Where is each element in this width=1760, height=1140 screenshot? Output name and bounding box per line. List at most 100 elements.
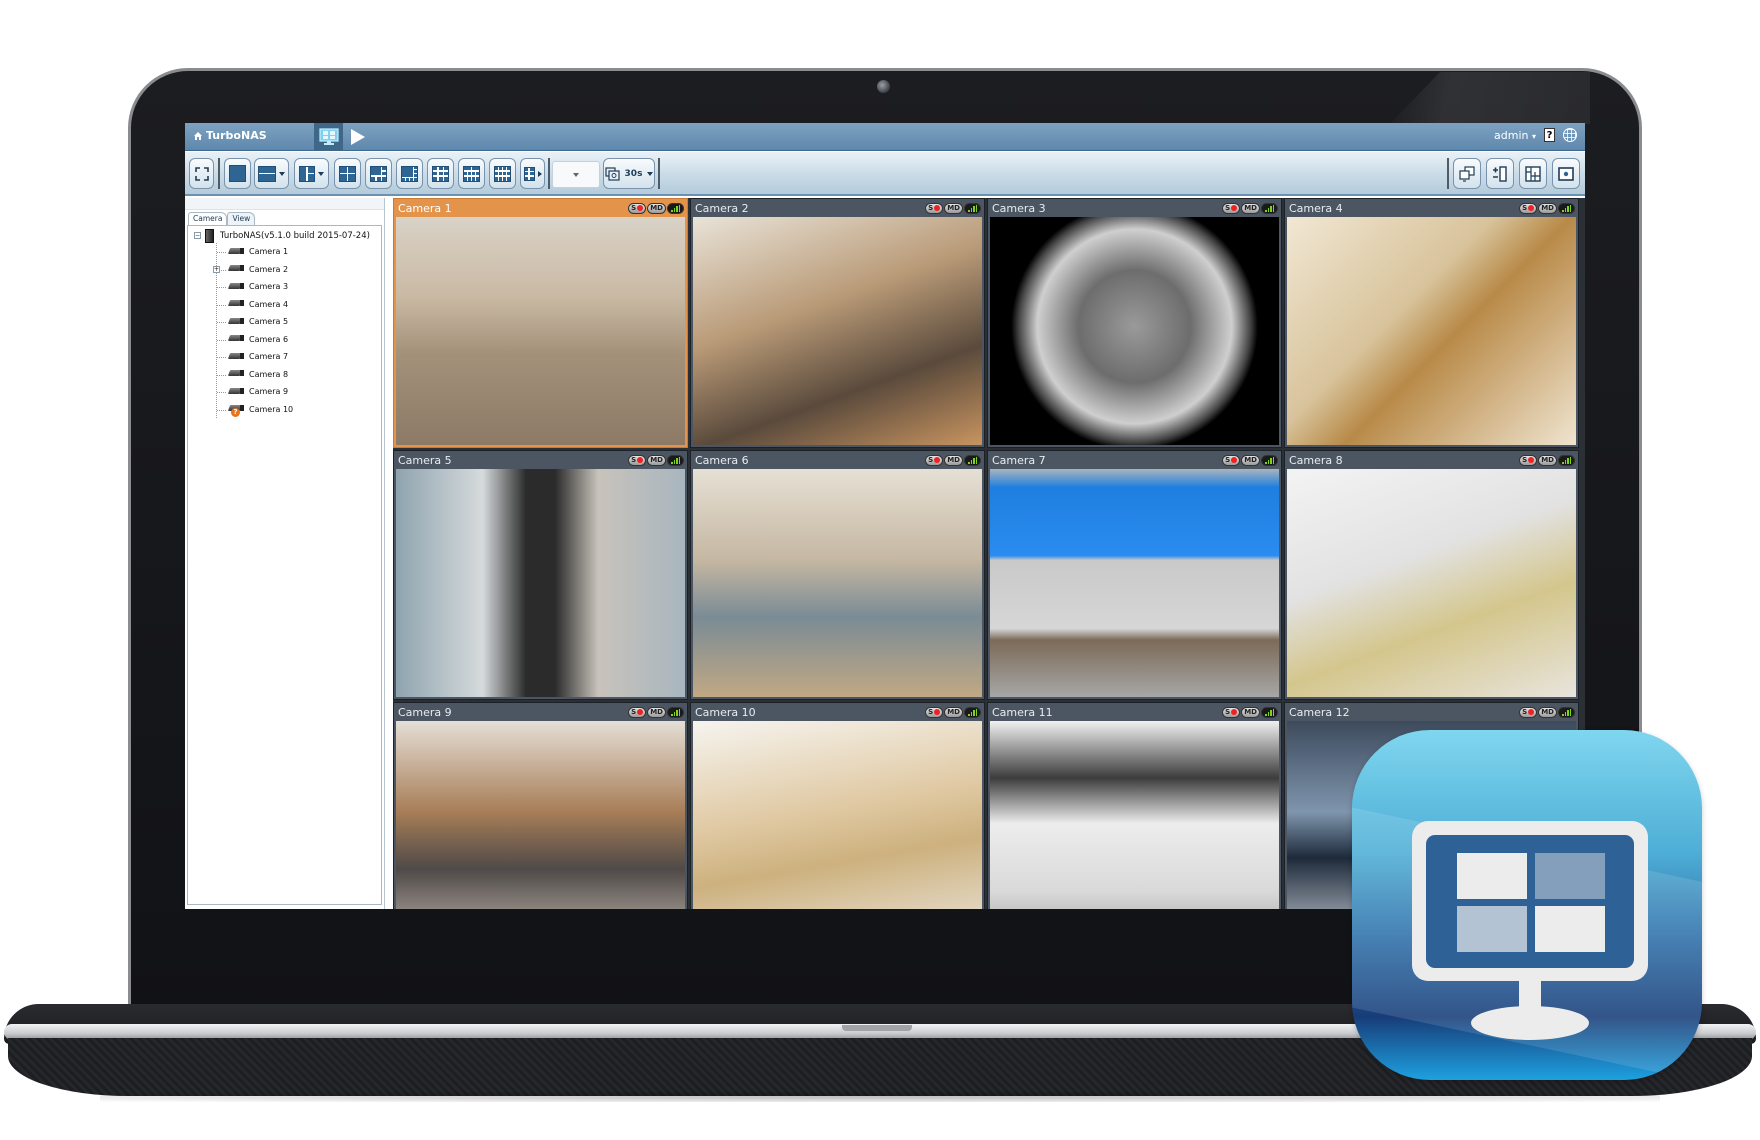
layout-4-button[interactable] — [334, 158, 361, 189]
tile-title: Camera 4 — [1289, 201, 1343, 215]
brand[interactable]: TurboNAS — [193, 129, 267, 142]
motion-detection-badge[interactable]: MD — [647, 454, 666, 466]
camera-feed[interactable] — [693, 721, 982, 909]
motion-detection-badge[interactable]: MD — [1241, 706, 1260, 718]
schedule-recording-badge[interactable]: S — [628, 202, 647, 214]
language-globe-icon[interactable] — [1563, 128, 1577, 142]
layout-3-button[interactable] — [294, 158, 329, 189]
schedule-recording-badge[interactable]: S — [628, 454, 647, 466]
layout-6-button[interactable] — [365, 158, 392, 189]
tree-item-camera[interactable]: Camera 8 — [217, 366, 381, 384]
camera-feed[interactable] — [990, 721, 1279, 909]
sequence-interval-button[interactable]: 30s — [603, 158, 655, 189]
motion-badge-label: MD — [650, 203, 663, 212]
layout-more-button[interactable] — [520, 158, 545, 189]
add-remove-icon — [1493, 165, 1507, 182]
tree-item-camera[interactable]: Camera 5 — [217, 313, 381, 331]
camera-feed[interactable] — [1287, 469, 1576, 697]
schedule-recording-badge[interactable]: S — [1519, 454, 1538, 466]
motion-detection-badge[interactable]: MD — [944, 706, 963, 718]
tab-view[interactable]: View — [227, 212, 256, 225]
camera-feed[interactable] — [990, 217, 1279, 445]
layout-8-button[interactable] — [396, 158, 423, 189]
tree-item-camera[interactable]: Camera 6 — [217, 331, 381, 349]
motion-detection-badge[interactable]: MD — [944, 202, 963, 214]
camera-tile[interactable]: Camera 6 S MD — [690, 450, 985, 700]
camera-tile[interactable]: Camera 8 S MD — [1284, 450, 1579, 700]
camera-feed[interactable] — [1287, 217, 1576, 445]
motion-detection-badge[interactable]: MD — [647, 202, 666, 214]
motion-detection-badge[interactable]: MD — [1538, 454, 1557, 466]
motion-detection-badge[interactable]: MD — [1241, 202, 1260, 214]
camera-tile[interactable]: Camera 2 S MD — [690, 198, 985, 448]
add-remove-channel-button[interactable] — [1486, 158, 1514, 189]
motion-detection-badge[interactable]: MD — [1538, 202, 1557, 214]
tree-item-camera[interactable]: ? Camera 10 — [217, 401, 381, 419]
tree-item-camera[interactable]: + Camera 2 — [213, 261, 381, 279]
tree-item-camera[interactable]: Camera 4 — [217, 296, 381, 314]
settings-button[interactable] — [1552, 158, 1580, 189]
camera-feed[interactable] — [396, 469, 685, 697]
tab-camera[interactable]: Camera — [188, 212, 228, 225]
schedule-recording-badge[interactable]: S — [925, 202, 944, 214]
schedule-recording-badge[interactable]: S — [628, 706, 647, 718]
camera-icon — [227, 369, 244, 379]
motion-detection-badge[interactable]: MD — [1241, 454, 1260, 466]
tree-item-camera[interactable]: Camera 9 — [217, 383, 381, 401]
camera-icon — [227, 317, 244, 327]
camera-tile[interactable]: Camera 4 S MD — [1284, 198, 1579, 448]
user-menu[interactable]: admin ▾ — [1494, 129, 1536, 142]
camera-feed[interactable] — [693, 217, 982, 445]
multi-monitor-button[interactable] — [1453, 158, 1481, 189]
layout-10-button[interactable] — [458, 158, 485, 189]
schedule-recording-badge[interactable]: S — [1519, 706, 1538, 718]
layout-9-button[interactable] — [427, 158, 454, 189]
tree-item-camera[interactable]: Camera 3 — [217, 278, 381, 296]
camera-tile[interactable]: Camera 5 S MD — [393, 450, 688, 700]
camera-feed[interactable] — [396, 217, 685, 445]
recording-dot-icon — [1528, 457, 1535, 463]
tree-root-nas[interactable]: − TurboNAS(v5.1.0 build 2015-07-24) — [188, 228, 381, 243]
camera-tile[interactable]: Camera 3 S MD — [987, 198, 1282, 448]
view-dropdown[interactable] — [552, 161, 600, 188]
schedule-recording-badge[interactable]: S — [1222, 454, 1241, 466]
camera-tile[interactable]: Camera 1 S MD — [393, 198, 688, 448]
tree-item-camera[interactable]: Camera 7 — [217, 348, 381, 366]
schedule-recording-badge[interactable]: S — [925, 454, 944, 466]
expand-icon[interactable]: + — [213, 265, 220, 273]
motion-detection-badge[interactable]: MD — [944, 454, 963, 466]
schedule-recording-badge[interactable]: S — [1222, 202, 1241, 214]
layout-1-button[interactable] — [224, 158, 251, 189]
fullscreen-button[interactable] — [189, 158, 214, 189]
camera-tile[interactable]: Camera 7 S MD — [987, 450, 1282, 700]
camera-label: Camera 5 — [249, 317, 289, 327]
collapse-icon[interactable]: − — [194, 232, 201, 239]
help-icon[interactable]: ? — [1544, 128, 1555, 142]
live-view-tab[interactable] — [314, 123, 343, 151]
tile-title: Camera 12 — [1289, 705, 1350, 719]
camera-tile[interactable]: Camera 10 S MD — [690, 702, 985, 909]
layout-3x3-icon — [432, 165, 449, 182]
schedule-recording-badge[interactable]: S — [1222, 706, 1241, 718]
schedule-recording-badge[interactable]: S — [1519, 202, 1538, 214]
custom-layout-button[interactable] — [1519, 158, 1547, 189]
playback-tab-icon[interactable] — [348, 127, 368, 147]
tree-item-camera[interactable]: Camera 1 — [217, 243, 381, 261]
camera-tile[interactable]: Camera 11 S MD — [987, 702, 1282, 909]
schedule-badge-label: S — [1225, 203, 1231, 212]
camera-feed[interactable] — [396, 721, 685, 909]
tile-status-badges: S MD — [1519, 706, 1575, 718]
camera-tile[interactable]: Camera 9 S MD — [393, 702, 688, 909]
camera-feed[interactable] — [693, 469, 982, 697]
tile-header: Camera 12 S MD — [1285, 703, 1578, 721]
layout-2-button[interactable] — [254, 158, 289, 189]
motion-detection-badge[interactable]: MD — [1538, 706, 1557, 718]
motion-detection-badge[interactable]: MD — [647, 706, 666, 718]
motion-badge-label: MD — [1244, 455, 1257, 464]
layout-12-button[interactable] — [489, 158, 516, 189]
camera-warning-icon: ? — [231, 408, 240, 418]
layout-12-icon — [494, 165, 511, 182]
schedule-recording-badge[interactable]: S — [925, 706, 944, 718]
brand-label: TurboNAS — [206, 129, 267, 142]
camera-feed[interactable] — [990, 469, 1279, 697]
